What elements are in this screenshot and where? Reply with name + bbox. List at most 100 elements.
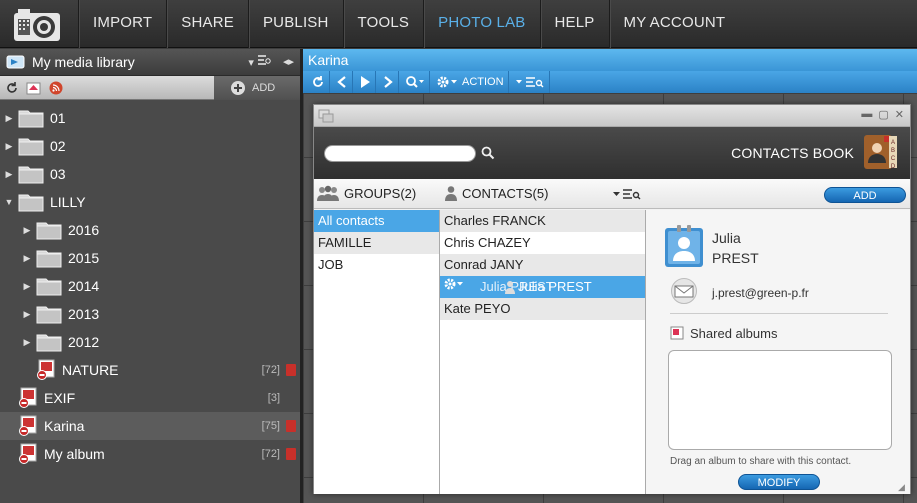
tree-item-label: NATURE	[62, 362, 119, 378]
nav-publish[interactable]: PUBLISH	[247, 0, 343, 48]
add-button[interactable]: ADD	[214, 76, 300, 100]
home-album-icon[interactable]	[26, 80, 42, 96]
drag-contact-icon	[505, 281, 515, 294]
add-contact-button[interactable]: ADD	[824, 187, 906, 203]
item-count: [75]	[261, 420, 280, 432]
tree-item[interactable]: ▶ 02	[0, 132, 300, 160]
library-title: My media library	[32, 54, 135, 70]
tree-item-label: 2013	[68, 306, 100, 322]
shared-album-icon	[670, 326, 684, 340]
contacts-options-icon[interactable]	[612, 187, 642, 201]
folder-icon	[36, 306, 62, 324]
folder-icon	[18, 110, 44, 128]
drag-label: Julia PREST	[518, 279, 592, 294]
tree-item[interactable]: My album [72]	[0, 440, 300, 468]
play-icon[interactable]	[355, 71, 376, 93]
contact-email[interactable]: j.prest@green-p.fr	[712, 286, 809, 300]
tab-groups[interactable]: GROUPS(2)	[316, 185, 416, 201]
modify-button[interactable]: MODIFY	[738, 474, 820, 490]
tree-item[interactable]: ▶ 2013	[0, 300, 300, 328]
collapsed-arrow-icon[interactable]: ▶	[22, 253, 32, 264]
previous-icon[interactable]	[332, 71, 353, 93]
envelope-icon	[671, 278, 697, 304]
main-nav: IMPORT SHARE PUBLISH TOOLS PHOTO LAB HEL…	[78, 0, 739, 48]
nav-photo-lab[interactable]: PHOTO LAB	[423, 0, 539, 48]
item-count: [3]	[267, 392, 280, 404]
contact-item-selected[interactable]: Julia PREST Julia PREST	[440, 276, 645, 298]
album-icon	[19, 443, 37, 464]
rss-icon[interactable]	[48, 80, 64, 96]
camera-logo-icon[interactable]	[12, 5, 64, 43]
tree-item-label: 2014	[68, 278, 100, 294]
group-item-job[interactable]: JOB	[314, 254, 439, 276]
nav-help[interactable]: HELP	[539, 0, 609, 48]
next-icon[interactable]	[378, 71, 399, 93]
contact-detail-panel: Julia PREST j.prest@green-p.fr Shared al…	[646, 210, 910, 494]
dialog-titlebar[interactable]: ▬ ▢ ✕	[314, 105, 910, 127]
tree-item-label: 03	[50, 166, 66, 182]
contacts-tab-bar: GROUPS(2) CONTACTS(5) ADD	[314, 179, 910, 209]
nav-import[interactable]: IMPORT	[78, 0, 166, 48]
tree-item-label: EXIF	[44, 390, 76, 406]
minimize-icon[interactable]: ▬	[861, 108, 872, 121]
collapsed-arrow-icon[interactable]: ▶	[22, 309, 32, 320]
collapsed-arrow-icon[interactable]: ▶	[22, 337, 32, 348]
album-icon	[37, 359, 55, 380]
nav-share[interactable]: SHARE	[166, 0, 248, 48]
contact-item[interactable]: Chris CHAZEY	[440, 232, 645, 254]
tree-item[interactable]: ▶ 2012	[0, 328, 300, 356]
contacts-tab-label: CONTACTS(5)	[462, 185, 549, 201]
collapse-panel-icon[interactable]: ◂▸	[283, 55, 294, 68]
add-circle-icon	[231, 81, 245, 95]
tree-item[interactable]: ▶ 03	[0, 160, 300, 188]
contact-item[interactable]: Charles FRANCK	[440, 210, 645, 232]
contact-item[interactable]: Conrad JANY	[440, 254, 645, 276]
folder-icon	[36, 222, 62, 240]
groups-icon	[317, 185, 339, 201]
tree-item[interactable]: Karina [75]	[0, 412, 300, 440]
contact-row-gear-icon[interactable]	[444, 277, 466, 291]
collapsed-arrow-icon[interactable]: ▶	[4, 141, 14, 152]
view-options-icon[interactable]	[511, 71, 550, 93]
tree-item[interactable]: ▶ 2015	[0, 244, 300, 272]
nav-tools[interactable]: TOOLS	[342, 0, 424, 48]
folder-icon	[18, 166, 44, 184]
tab-contacts[interactable]: CONTACTS(5)	[444, 185, 548, 201]
shared-albums-dropzone[interactable]	[668, 350, 892, 450]
media-library-icon	[6, 55, 25, 69]
library-options-icon[interactable]: ▾	[248, 54, 271, 69]
tree-item[interactable]: ▶ 2014	[0, 272, 300, 300]
collapsed-arrow-icon[interactable]: ▶	[4, 113, 14, 124]
library-header: My media library ▾ ◂▸	[0, 49, 300, 76]
refresh-icon[interactable]	[4, 80, 20, 96]
shared-tag-icon	[286, 420, 296, 432]
contacts-book-dialog: ▬ ▢ ✕ CONTACTS BOOK A B C D GROUPS(2) CO…	[313, 104, 911, 494]
tree-item[interactable]: NATURE [72]	[0, 356, 300, 384]
tree-item[interactable]: ▶ 01	[0, 104, 300, 132]
collapsed-arrow-icon[interactable]: ▶	[22, 225, 32, 236]
contacts-search-input[interactable]	[324, 145, 476, 162]
collapsed-arrow-icon[interactable]: ▶	[22, 281, 32, 292]
group-item-all-contacts[interactable]: All contacts	[314, 210, 439, 232]
search-icon[interactable]	[480, 145, 496, 161]
tree-item-label: 2012	[68, 334, 100, 350]
expanded-arrow-icon[interactable]: ▼	[4, 197, 14, 207]
tree-item-label: LILLY	[50, 194, 86, 210]
close-icon[interactable]: ✕	[895, 108, 904, 121]
resize-grip-icon[interactable]: ◢	[898, 482, 908, 492]
tree-item[interactable]: EXIF [3]	[0, 384, 300, 412]
maximize-icon[interactable]: ▢	[878, 108, 888, 121]
tree-item[interactable]: ▶ 2016	[0, 216, 300, 244]
action-menu-button[interactable]: ACTION	[432, 71, 509, 93]
contact-first-name: Julia	[712, 230, 741, 246]
tree-item[interactable]: ▼ LILLY	[0, 188, 300, 216]
collapsed-arrow-icon[interactable]: ▶	[4, 169, 14, 180]
group-item-famille[interactable]: FAMILLE	[314, 232, 439, 254]
svg-text:D: D	[891, 164, 896, 170]
contact-item[interactable]: Kate PEYO	[440, 298, 645, 320]
album-refresh-icon[interactable]	[307, 71, 330, 93]
nav-my-account[interactable]: MY ACCOUNT	[608, 0, 740, 48]
contacts-book-title: CONTACTS BOOK	[731, 145, 854, 161]
shared-tag-icon	[286, 448, 296, 460]
zoom-dropdown-icon[interactable]	[401, 71, 430, 93]
